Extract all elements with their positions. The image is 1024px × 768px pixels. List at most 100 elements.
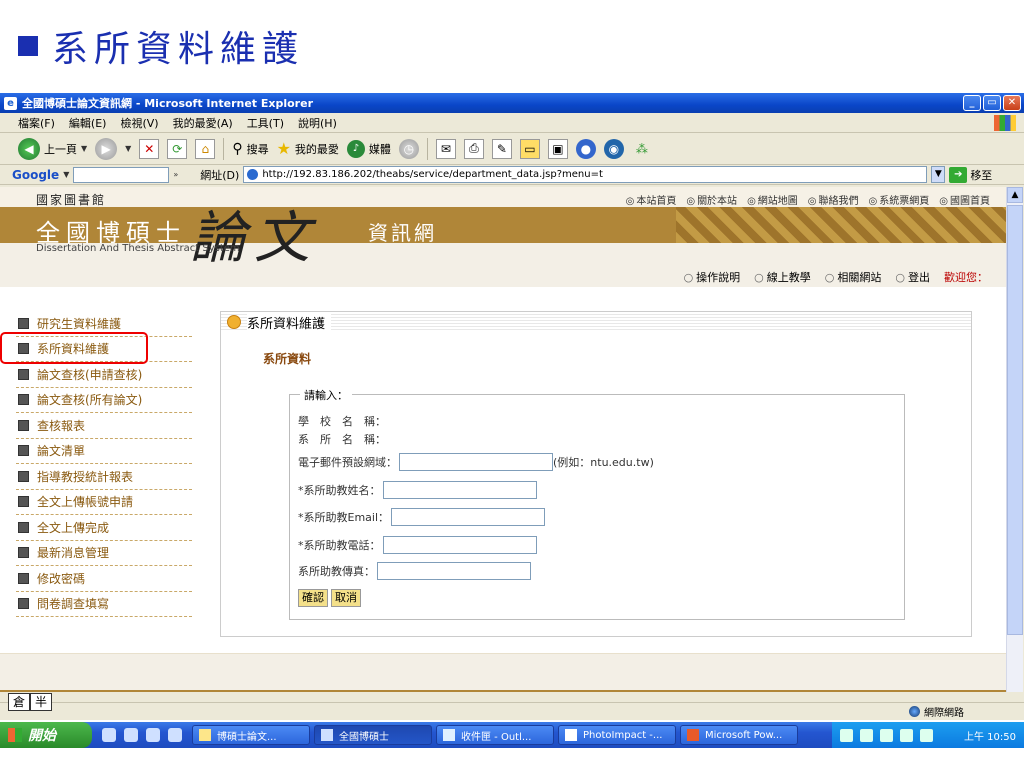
tray-network-icon[interactable] <box>880 728 893 742</box>
menu-edit[interactable]: 編輯(E) <box>69 115 107 131</box>
sidebar-item-upload-account[interactable]: 全文上傳帳號申請 <box>16 490 192 515</box>
sidebar-item-report[interactable]: 查核報表 <box>16 413 192 439</box>
assistant-name-input[interactable] <box>382 481 537 499</box>
minimize-button[interactable]: _ <box>963 95 981 111</box>
sidebar-item-check-apply[interactable]: 論文查核(申請查核) <box>16 362 192 388</box>
tray-volume-icon[interactable] <box>900 728 913 742</box>
ime-width[interactable]: 半 <box>30 693 52 711</box>
msn-icon[interactable]: ◉ <box>603 138 624 159</box>
nav-ncl-home[interactable]: 國圖首頁 <box>939 192 990 207</box>
sidebar-item-password[interactable]: 修改密碼 <box>16 566 192 592</box>
tray-help-icon[interactable] <box>860 728 873 742</box>
favorites-label: 我的最愛 <box>294 142 339 156</box>
home-icon[interactable]: ⌂ <box>195 138 216 159</box>
task-powerpoint[interactable]: Microsoft Pow... <box>680 725 798 745</box>
back-button[interactable]: ◀ 上一頁 ▼ <box>18 137 88 160</box>
sidebar-item-upload-done[interactable]: 全文上傳完成 <box>16 515 192 541</box>
close-button[interactable]: ✕ <box>1003 95 1021 111</box>
favorites-button[interactable]: ★ 我的最愛 <box>277 139 339 158</box>
tray-people-icon[interactable] <box>920 728 933 742</box>
url-input[interactable]: http://192.83.186.202/theabs/service/dep… <box>243 166 928 183</box>
photoimpact-icon <box>565 729 577 741</box>
menu-help[interactable]: 說明(H) <box>298 115 337 131</box>
forward-dropdown-icon[interactable]: ▼ <box>125 144 131 153</box>
research-icon[interactable]: ▣ <box>547 138 568 159</box>
url-dropdown-button[interactable]: ▼ <box>931 166 946 183</box>
menu-tools[interactable]: 工具(T) <box>247 115 284 131</box>
refresh-icon[interactable]: ⟳ <box>167 138 188 159</box>
email-domain-input[interactable] <box>399 453 553 471</box>
chevron-right-icon[interactable]: » <box>173 170 178 179</box>
tray-keyboard-icon[interactable] <box>840 728 853 742</box>
assistant-name-row: *系所助教姓名： <box>298 481 537 499</box>
forward-button[interactable]: ▶ <box>95 137 118 160</box>
stop-icon[interactable]: ✕ <box>139 138 160 159</box>
task-label: 博碩士論文... <box>217 731 277 743</box>
assistant-fax-row: 系所助教傳真： <box>298 562 531 580</box>
mail-icon[interactable]: ✉ <box>435 138 456 159</box>
section-title: 系所資料 <box>263 352 312 366</box>
ime-indicator[interactable]: 倉 半 <box>8 693 52 711</box>
google-search-input[interactable] <box>73 166 170 183</box>
panel-header: 系所資料維護 <box>221 312 971 332</box>
url-text: http://192.83.186.202/theabs/service/dep… <box>262 169 603 180</box>
search-button[interactable]: ⚲ 搜尋 <box>232 141 268 157</box>
go-button[interactable]: ➔ 移至 <box>949 166 993 183</box>
media-button[interactable]: ♪ 媒體 <box>346 139 391 158</box>
edit-icon[interactable]: ✎ <box>491 138 512 159</box>
sidebar-item-survey[interactable]: 問卷調查填寫 <box>16 592 192 617</box>
vertical-scrollbar[interactable]: ▲ <box>1006 187 1023 692</box>
assistant-email-input[interactable] <box>391 508 546 526</box>
dropdown-icon: ▼ <box>81 144 88 153</box>
panel-title: 系所資料維護 <box>247 312 332 332</box>
quicklaunch-media-icon[interactable] <box>102 728 116 742</box>
scroll-up-icon[interactable]: ▲ <box>1007 187 1023 203</box>
sidebar-item-news[interactable]: 最新消息管理 <box>16 541 192 566</box>
powerpoint-icon <box>687 729 699 741</box>
highlight-box <box>0 332 148 364</box>
nav-system[interactable]: 系統票網頁 <box>869 192 929 207</box>
task-label: 收件匣 - Outl... <box>461 731 532 743</box>
quicklaunch-desktop-icon[interactable] <box>168 728 182 742</box>
nav-related[interactable]: 相關網站 <box>825 269 881 285</box>
assistant-fax-input[interactable] <box>377 562 531 580</box>
ime-mode[interactable]: 倉 <box>8 693 30 711</box>
go-label: 移至 <box>970 168 993 182</box>
task-photoimpact[interactable]: PhotoImpact -... <box>558 725 676 745</box>
nav-sitemap[interactable]: 網站地圖 <box>747 192 798 207</box>
menu-favorites[interactable]: 我的最愛(A) <box>173 115 233 131</box>
sidebar-item-advisor-stats[interactable]: 指導教授統計報表 <box>16 464 192 490</box>
task-folder[interactable]: 博碩士論文... <box>192 725 310 745</box>
task-outlook[interactable]: 收件匣 - Outl... <box>436 725 554 745</box>
cancel-button[interactable]: 取消 <box>331 589 361 607</box>
folder-icon[interactable]: ▭ <box>519 138 540 159</box>
nav-guide[interactable]: 操作說明 <box>684 269 740 285</box>
maximize-button[interactable]: ▭ <box>983 95 1001 111</box>
site-header: 國家圖書館 本站首頁 關於本站 網站地圖 聯絡我們 系統票網頁 國圖首頁 全國博… <box>0 187 1006 287</box>
task-browser[interactable]: 全國博碩士 <box>314 725 432 745</box>
quicklaunch-ie-icon[interactable] <box>124 728 138 742</box>
separator <box>426 137 428 160</box>
email-domain-hint: (例如：ntu.edu.tw) <box>553 456 654 469</box>
google-dropdown-icon[interactable]: ▼ <box>63 170 69 179</box>
sidebar-item-check-all[interactable]: 論文查核(所有論文) <box>16 388 192 413</box>
menu-file[interactable]: 檔案(F) <box>18 115 55 131</box>
scroll-thumb[interactable] <box>1007 205 1023 635</box>
start-button[interactable]: 開始 <box>0 722 92 748</box>
sidebar-item-thesis-list[interactable]: 論文清單 <box>16 439 192 464</box>
print-icon[interactable]: ⎙ <box>463 138 484 159</box>
site-name-en: Dissertation And Thesis Abstract System <box>36 243 240 254</box>
history-icon[interactable]: ◷ <box>398 138 419 159</box>
quicklaunch-outlook-icon[interactable] <box>146 728 160 742</box>
menu-view[interactable]: 檢視(V) <box>120 115 158 131</box>
nav-tutorial[interactable]: 線上教學 <box>754 269 811 285</box>
nav-about[interactable]: 關於本站 <box>686 192 737 207</box>
system-tray: 上午 10:50 <box>832 722 1024 748</box>
nav-home[interactable]: 本站首頁 <box>626 192 676 207</box>
messenger-icon[interactable]: ● <box>575 138 596 159</box>
nav-contact[interactable]: 聯絡我們 <box>808 192 859 207</box>
nav-logout[interactable]: 登出 <box>895 269 930 285</box>
confirm-button[interactable]: 確認 <box>298 589 328 607</box>
assistant-phone-input[interactable] <box>382 536 537 554</box>
people-icon[interactable]: ⁂ <box>632 139 652 159</box>
